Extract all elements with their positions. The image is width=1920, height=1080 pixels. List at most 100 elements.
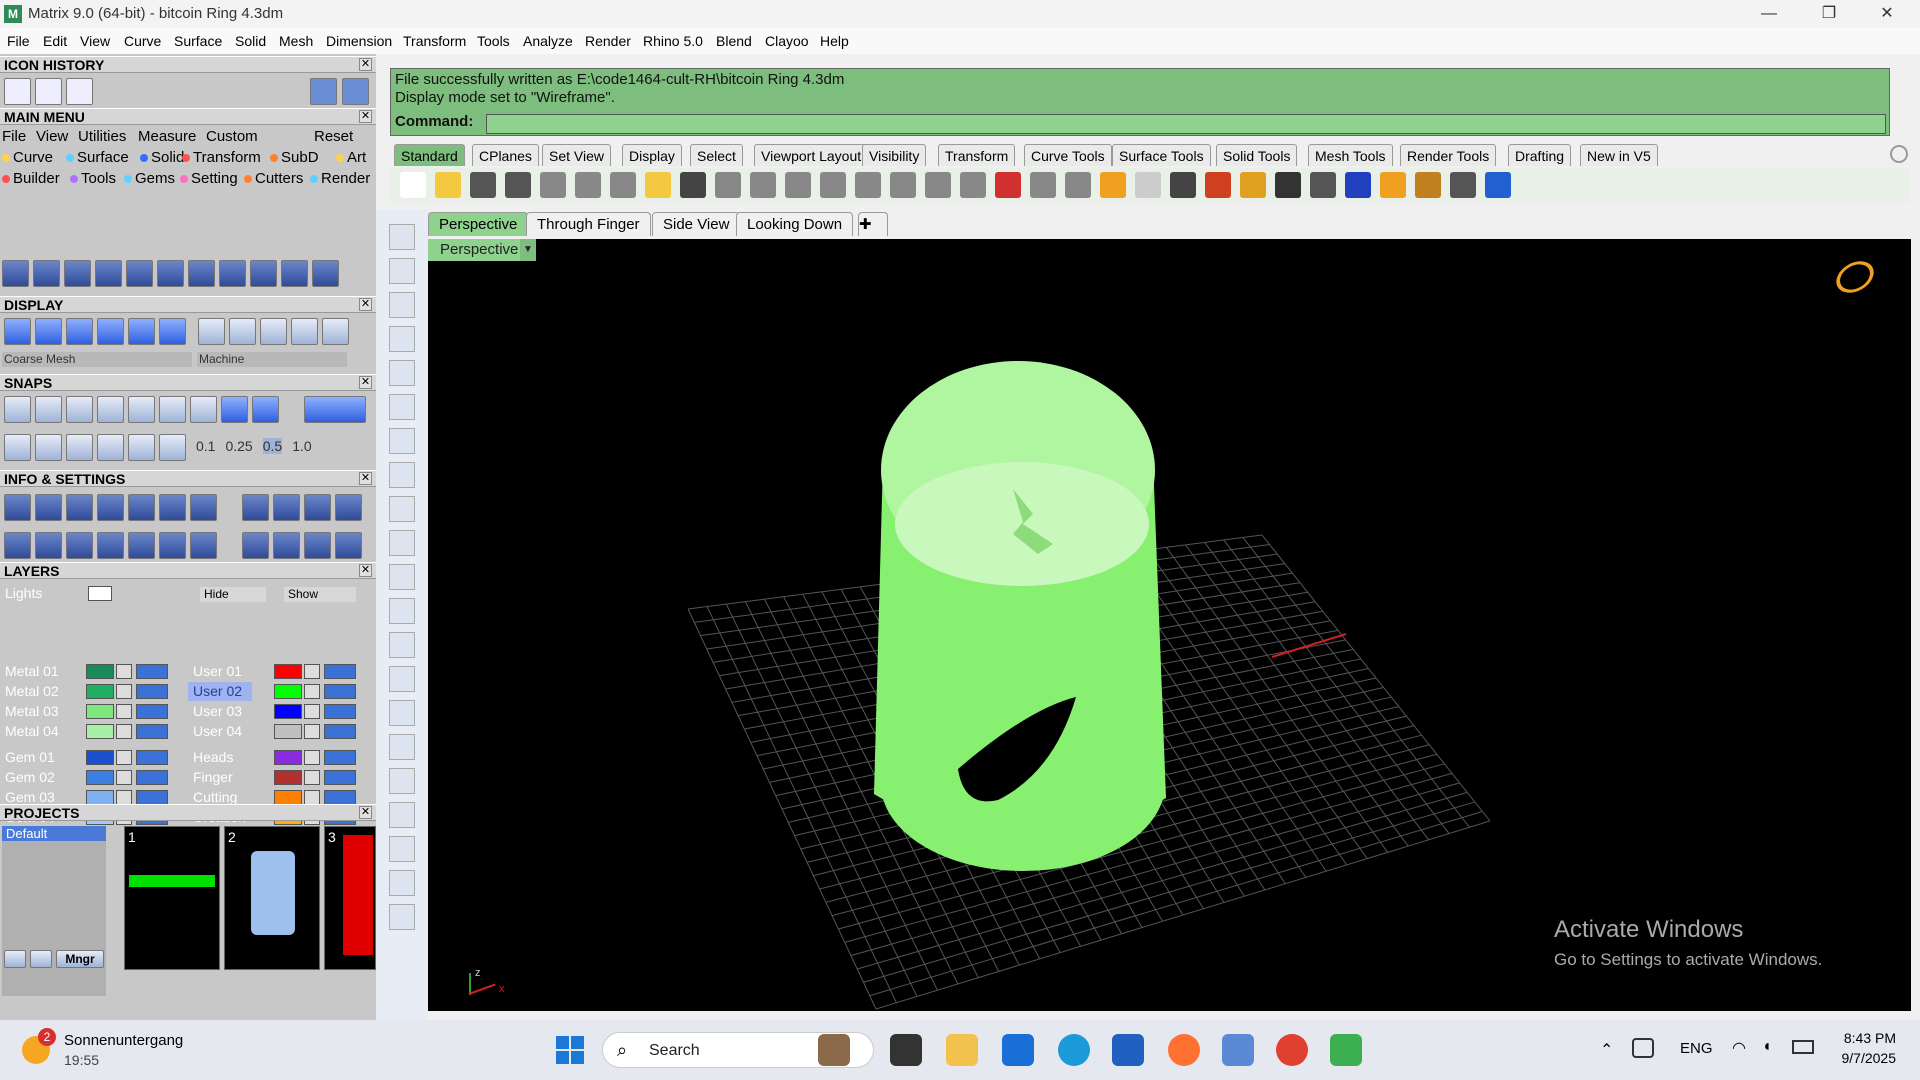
layer-row[interactable]: User 03	[188, 702, 368, 721]
visibility-toggle[interactable]	[324, 724, 356, 739]
box-icon[interactable]	[389, 632, 415, 658]
group-icon[interactable]	[219, 260, 246, 287]
weight-icon[interactable]	[242, 494, 269, 521]
manager-button[interactable]: Mngr	[56, 950, 104, 968]
mm-measure[interactable]: Measure	[138, 128, 196, 145]
file-explorer-icon[interactable]	[946, 1034, 978, 1066]
zoom-icon[interactable]	[785, 172, 811, 198]
pan-icon[interactable]	[715, 172, 741, 198]
curve-icon[interactable]	[33, 260, 60, 287]
cut-icon[interactable]	[281, 260, 308, 287]
snipping-tool-icon[interactable]	[1222, 1034, 1254, 1066]
material-icon[interactable]	[198, 318, 225, 345]
layer-row[interactable]: Gem 02	[0, 768, 180, 787]
tab-mesh-tools[interactable]: Mesh Tools	[1308, 144, 1393, 166]
refresh-icon[interactable]	[35, 78, 62, 105]
mm-cutters[interactable]: Cutters	[244, 170, 303, 187]
print-icon[interactable]	[128, 494, 155, 521]
mid-snap-icon[interactable]	[97, 396, 124, 423]
circle-icon[interactable]	[389, 360, 415, 386]
settings-icon[interactable]	[4, 494, 31, 521]
pose-icon[interactable]	[304, 532, 331, 559]
tab-transform[interactable]: Transform	[938, 144, 1016, 166]
tab-display[interactable]: Display	[622, 144, 682, 166]
task-view-icon[interactable]	[890, 1034, 922, 1066]
lock-icon[interactable]	[304, 684, 320, 699]
tab-select[interactable]: Select	[690, 144, 743, 166]
polygon-icon[interactable]	[389, 428, 415, 454]
circle-tool-icon[interactable]	[1065, 172, 1091, 198]
analyze-icon[interactable]	[389, 870, 415, 896]
mm-render[interactable]: Render	[310, 170, 370, 187]
menu-clayoo[interactable]: Clayoo	[765, 33, 809, 49]
technical-icon[interactable]	[159, 318, 186, 345]
cube-icon[interactable]	[97, 494, 124, 521]
scale-icon[interactable]	[157, 260, 184, 287]
mm-tools[interactable]: Tools	[70, 170, 116, 187]
lock-icon[interactable]	[116, 684, 132, 699]
wireframe-icon[interactable]	[4, 318, 31, 345]
volume-icon[interactable]: ◖	[1762, 1038, 1772, 1056]
visibility-toggle[interactable]	[136, 704, 168, 719]
dropdown-arrow-icon[interactable]: ▼	[520, 239, 536, 261]
close-icon[interactable]: ✕	[359, 376, 372, 389]
cylinder-icon[interactable]	[97, 532, 124, 559]
visibility-toggle[interactable]	[136, 770, 168, 785]
expand-icon[interactable]	[389, 904, 415, 930]
tab-looking-down[interactable]: Looking Down	[736, 212, 854, 236]
mm-custom[interactable]: Custom	[206, 128, 258, 145]
close-button[interactable]: ✕	[1858, 0, 1916, 28]
car-icon[interactable]	[995, 172, 1021, 198]
zoom-extents-icon[interactable]	[855, 172, 881, 198]
open-icon[interactable]	[435, 172, 461, 198]
lock-icon[interactable]	[304, 750, 320, 765]
lock-icon[interactable]	[116, 790, 132, 805]
edge-icon[interactable]	[1058, 1034, 1090, 1066]
lock-icon[interactable]	[116, 750, 132, 765]
grid-icon[interactable]	[4, 434, 31, 461]
close-icon[interactable]: ✕	[359, 298, 372, 311]
mm-art[interactable]: Art	[336, 149, 366, 166]
perp-snap-icon[interactable]	[190, 396, 217, 423]
light-icon[interactable]	[1135, 172, 1161, 198]
firefox-icon[interactable]	[1168, 1034, 1200, 1066]
menu-transform[interactable]: Transform	[403, 33, 466, 49]
color-wheel-icon[interactable]	[1240, 172, 1266, 198]
layer-row[interactable]: Metal 03	[0, 702, 180, 721]
language-indicator[interactable]: ENG	[1680, 1040, 1713, 1057]
tab-solid-tools[interactable]: Solid Tools	[1216, 144, 1298, 166]
move-view-icon[interactable]	[750, 172, 776, 198]
project-thumb-2[interactable]: 2	[224, 826, 320, 970]
mm-file[interactable]: File	[2, 128, 26, 145]
mm-utilities[interactable]: Utilities	[78, 128, 126, 145]
avatar-icon[interactable]	[335, 532, 362, 559]
layer-row[interactable]: Metal 02	[0, 682, 180, 701]
filter-icon[interactable]	[128, 532, 155, 559]
back-arrow-icon[interactable]	[310, 78, 337, 105]
edit-points-icon[interactable]	[389, 836, 415, 862]
shade-icon[interactable]	[1310, 172, 1336, 198]
visibility-toggle[interactable]	[136, 664, 168, 679]
menu-blend[interactable]: Blend	[716, 33, 752, 49]
layer-row[interactable]: User 02	[188, 682, 368, 701]
layer-color[interactable]	[274, 664, 302, 679]
layer-color[interactable]	[86, 790, 114, 805]
project-thumb-1[interactable]: 1	[124, 826, 220, 970]
matrix-app-icon[interactable]	[1330, 1034, 1362, 1066]
quad-snap-icon[interactable]	[252, 396, 279, 423]
report-icon[interactable]	[304, 494, 331, 521]
menu-tools[interactable]: Tools	[477, 33, 510, 49]
open-folder-icon[interactable]	[66, 78, 93, 105]
ungroup-icon[interactable]	[250, 260, 277, 287]
planar-icon[interactable]	[97, 434, 124, 461]
visibility-toggle[interactable]	[324, 790, 356, 805]
close-icon[interactable]: ✕	[359, 58, 372, 71]
tab-cplanes[interactable]: CPlanes	[472, 144, 539, 166]
copy-icon[interactable]	[610, 172, 636, 198]
perspective-viewport[interactable]: z x	[428, 239, 1911, 1011]
snap-value[interactable]: 0.5	[262, 438, 283, 454]
network-off-icon[interactable]	[1632, 1038, 1654, 1058]
lock-icon[interactable]	[1170, 172, 1196, 198]
mm-gems[interactable]: Gems	[124, 170, 175, 187]
add-tab-icon[interactable]: ✚	[858, 212, 888, 236]
